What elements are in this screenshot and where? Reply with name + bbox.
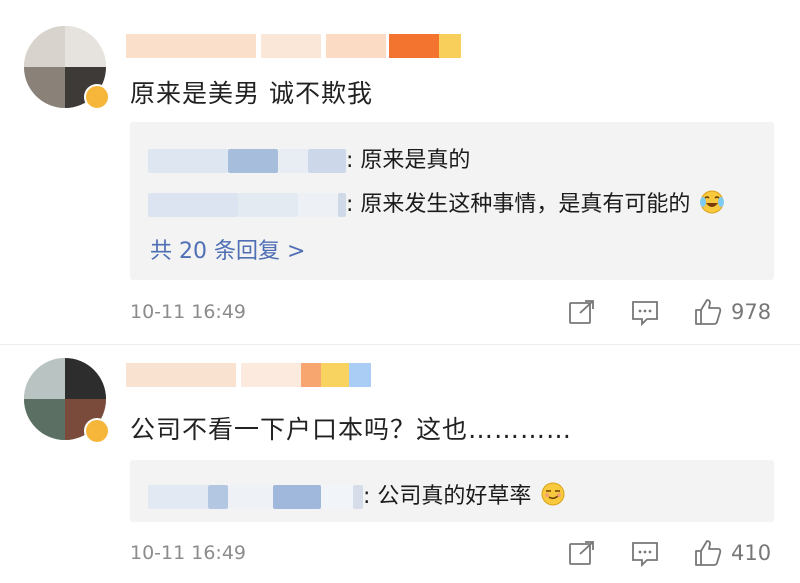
share-icon <box>569 300 594 324</box>
username-redacted[interactable] <box>126 34 461 58</box>
reply-username-redacted[interactable] <box>148 485 208 509</box>
share-icon <box>569 541 594 565</box>
comment-text: 公司不看一下户口本吗？这也………… <box>130 415 573 444</box>
like-count: 410 <box>731 541 772 565</box>
reply-box[interactable]: : 原来是真的 : 原来发生这种事情，是真有可能的 共 20 条回复 > <box>130 122 774 280</box>
comment-button[interactable] <box>631 299 659 327</box>
share-button[interactable] <box>568 540 596 566</box>
comment-timestamp: 10-11 16:49 <box>130 301 247 323</box>
reply-text: : 原来是真的 <box>346 148 471 173</box>
like-count: 978 <box>731 300 772 324</box>
verified-badge-icon <box>84 84 110 110</box>
smirk-emoji-icon <box>540 481 566 513</box>
share-button[interactable] <box>568 299 596 325</box>
thumbs-up-icon <box>695 299 722 325</box>
comment-button[interactable] <box>631 540 659 568</box>
comment-text: 原来是美男 诚不欺我 <box>130 79 373 108</box>
reply-item: : 原来是真的 <box>148 142 470 174</box>
like-button[interactable]: 978 <box>693 297 771 327</box>
username-redacted[interactable] <box>126 363 371 387</box>
reply-item: : 公司真的好草率 <box>148 478 566 513</box>
comment-icon <box>632 301 658 327</box>
verified-badge-icon <box>84 418 110 444</box>
reply-box[interactable]: : 公司真的好草率 <box>130 460 774 522</box>
like-button[interactable]: 410 <box>693 538 771 568</box>
reply-text: : 公司真的好草率 <box>363 484 532 509</box>
comment-icon <box>632 542 658 568</box>
comment-timestamp: 10-11 16:49 <box>130 542 247 564</box>
laughing-crying-emoji-icon <box>699 189 725 221</box>
reply-text: : 原来发生这种事情，是真有可能的 <box>346 192 691 217</box>
reply-username-redacted[interactable] <box>148 193 238 217</box>
reply-item: : 原来发生这种事情，是真有可能的 <box>148 186 725 221</box>
divider <box>0 344 800 345</box>
thumbs-up-icon <box>695 540 722 566</box>
view-more-replies-link[interactable]: 共 20 条回复 > <box>150 233 305 265</box>
reply-username-redacted[interactable] <box>148 149 228 173</box>
